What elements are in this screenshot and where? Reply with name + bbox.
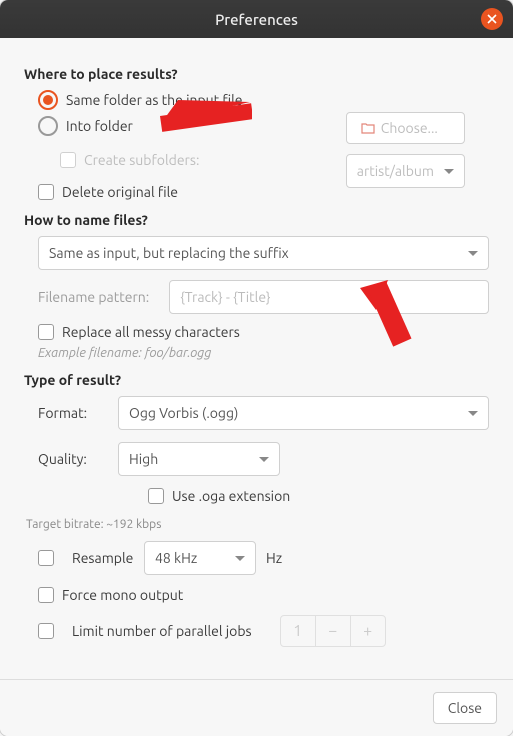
stepper-minus[interactable]: − xyxy=(315,616,350,646)
radio-into-folder-label: Into folder xyxy=(66,118,133,134)
chevron-down-icon xyxy=(468,251,478,256)
filename-pattern-label: Filename pattern: xyxy=(38,289,149,305)
close-button[interactable]: Close xyxy=(433,692,497,724)
close-button-label: Close xyxy=(448,700,482,716)
window-title: Preferences xyxy=(215,11,298,28)
jobs-stepper[interactable]: 1 − + xyxy=(280,615,386,647)
checkbox-icon xyxy=(148,488,164,504)
chevron-down-icon xyxy=(235,556,245,561)
oga-extension-checkbox[interactable]: Use .oga extension xyxy=(148,488,489,504)
chevron-down-icon xyxy=(444,169,454,174)
checkbox-icon xyxy=(38,184,54,200)
chevron-down-icon xyxy=(259,457,269,462)
stepper-plus[interactable]: + xyxy=(350,616,385,646)
quality-value: High xyxy=(129,451,158,467)
window-close-button[interactable] xyxy=(481,8,503,30)
checkbox-icon xyxy=(60,152,76,168)
checkbox-icon xyxy=(38,587,54,603)
resample-label: Resample xyxy=(72,550,133,566)
preferences-window: Preferences Where to place results? Same… xyxy=(0,0,513,736)
format-label: Format: xyxy=(38,405,108,421)
annotation-arrow xyxy=(348,280,428,350)
checkbox-icon xyxy=(38,550,54,566)
force-mono-label: Force mono output xyxy=(62,587,183,603)
section-naming-heading: How to name files? xyxy=(24,212,489,228)
checkbox-icon xyxy=(38,623,54,639)
format-value: Ogg Vorbis (.ogg) xyxy=(129,405,238,421)
resample-rate-value: 48 kHz xyxy=(155,550,197,566)
section-type-heading: Type of result? xyxy=(24,372,489,388)
delete-original-label: Delete original file xyxy=(62,184,178,200)
replace-messy-label: Replace all messy characters xyxy=(62,324,240,340)
quality-label: Quality: xyxy=(38,451,108,467)
jobs-value: 1 xyxy=(281,616,315,646)
limit-jobs-label: Limit number of parallel jobs xyxy=(72,623,252,639)
resample-rate-select[interactable]: 48 kHz xyxy=(144,541,256,575)
naming-mode-select[interactable]: Same as input, but replacing the suffix xyxy=(38,236,489,270)
quality-select[interactable]: High xyxy=(118,442,280,476)
resample-checkbox[interactable]: Resample xyxy=(38,550,134,566)
close-icon xyxy=(487,14,497,24)
format-select[interactable]: Ogg Vorbis (.ogg) xyxy=(118,396,489,430)
radio-same-folder[interactable]: Same folder as the input file xyxy=(38,90,489,110)
dialog-footer: Close xyxy=(0,679,513,736)
naming-mode-value: Same as input, but replacing the suffix xyxy=(49,245,289,261)
subfolder-pattern-select[interactable]: artist/album xyxy=(346,154,465,188)
subfolder-pattern-value: artist/album xyxy=(357,163,434,179)
titlebar: Preferences xyxy=(0,0,513,38)
choose-button-label: Choose... xyxy=(381,120,438,136)
target-bitrate: Target bitrate: ~192 kbps xyxy=(26,518,489,531)
choose-folder-button[interactable]: Choose... xyxy=(346,112,465,144)
force-mono-checkbox[interactable]: Force mono output xyxy=(38,587,489,603)
folder-icon xyxy=(361,122,375,134)
filename-pattern-input[interactable]: {Track} - {Title} xyxy=(169,280,489,314)
radio-icon xyxy=(38,90,58,110)
filename-pattern-value: {Track} - {Title} xyxy=(180,289,270,305)
checkbox-icon xyxy=(38,324,54,340)
radio-icon xyxy=(38,116,58,136)
section-where-heading: Where to place results? xyxy=(24,66,489,82)
limit-jobs-checkbox[interactable]: Limit number of parallel jobs xyxy=(38,623,252,639)
hz-label: Hz xyxy=(266,550,282,566)
annotation-arrow xyxy=(142,94,252,156)
chevron-down-icon xyxy=(468,411,478,416)
oga-extension-label: Use .oga extension xyxy=(172,488,290,504)
